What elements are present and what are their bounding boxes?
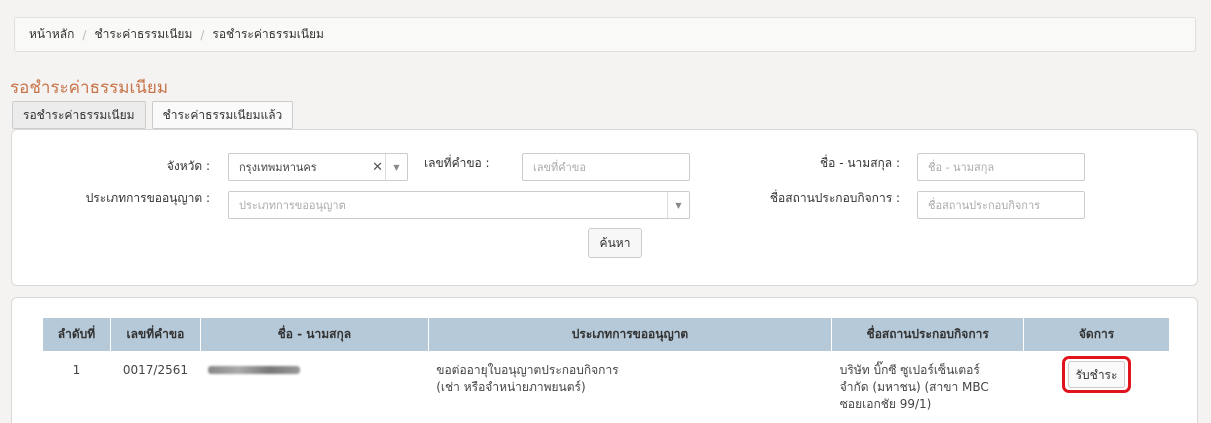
province-select[interactable]: กรุงเทพมหานคร ✕ ▼: [228, 153, 408, 181]
province-value: กรุงเทพมหานคร: [239, 161, 317, 174]
cell-business-name: บริษัท บิ๊กซี ซูเปอร์เซ็นเตอร์ จำกัด (มห…: [831, 351, 1024, 423]
name-input[interactable]: ชื่อ - นามสกุล: [917, 153, 1085, 181]
name-placeholder: ชื่อ - นามสกุล: [928, 161, 995, 174]
cell-action: รับชำระ: [1023, 351, 1170, 423]
column-header-license-type: ประเภทการขออนุญาต: [427, 317, 833, 352]
business-name-input[interactable]: ชื่อสถานประกอบกิจการ: [917, 191, 1085, 219]
column-header-business-name: ชื่อสถานประกอบกิจการ: [831, 317, 1025, 352]
name-label: ชื่อ - นามสกุล :: [820, 156, 900, 170]
column-header-index: ลำดับที่: [42, 317, 111, 352]
request-no-label: เลขที่คำขอ :: [424, 156, 490, 170]
cell-request-no: 0017/2561: [110, 351, 201, 423]
business-name-line: ซอยเอกชัย 99/1): [839, 397, 932, 411]
request-no-input[interactable]: เลขที่คำขอ: [522, 153, 690, 181]
license-type-select[interactable]: ประเภทการขออนุญาต ▼: [228, 191, 690, 219]
table-row: 1 0017/2561 ขอต่ออายุใบอนุญาตประกอบกิจกา…: [42, 351, 1170, 423]
receive-payment-highlight: รับชำระ: [1061, 356, 1132, 393]
breadcrumb-section[interactable]: ชำระค่าธรรมเนียม: [94, 25, 192, 44]
page-title: รอชำระค่าธรรมเนียม: [10, 78, 169, 98]
tab-bar: รอชำระค่าธรรมเนียม ชำระค่าธรรมเนียมแล้ว: [12, 101, 294, 129]
chevron-down-icon[interactable]: ▼: [385, 154, 407, 180]
breadcrumb-current: รอชำระค่าธรรมเนียม: [212, 27, 324, 41]
column-header-name: ชื่อ - นามสกุล: [199, 317, 429, 352]
province-label: จังหวัด :: [166, 159, 210, 173]
search-panel: จังหวัด : กรุงเทพมหานคร ✕ ▼ เลขที่คำขอ :…: [11, 129, 1198, 286]
chevron-down-icon[interactable]: ▼: [667, 192, 689, 218]
receive-payment-button[interactable]: รับชำระ: [1067, 361, 1126, 388]
business-name-line: บริษัท บิ๊กซี ซูเปอร์เซ็นเตอร์: [839, 363, 980, 377]
breadcrumb-separator: /: [82, 27, 87, 42]
business-name-line: จำกัด (มหาชน) (สาขา MBC: [839, 380, 989, 394]
redacted-name: [208, 366, 301, 374]
search-button[interactable]: ค้นหา: [588, 228, 642, 258]
results-panel: ลำดับที่ เลขที่คำขอ ชื่อ - นามสกุล ประเภ…: [11, 297, 1198, 423]
breadcrumb-home[interactable]: หน้าหลัก: [29, 25, 74, 44]
license-type-line: (เช่า หรือจำหน่ายภาพยนตร์): [436, 380, 586, 394]
cell-license-type: ขอต่ออายุใบอนุญาตประกอบกิจการ (เช่า หรือ…: [428, 351, 832, 423]
cell-name: [200, 351, 429, 423]
tab-pending-fees[interactable]: รอชำระค่าธรรมเนียม: [12, 101, 146, 129]
license-type-line: ขอต่ออายุใบอนุญาตประกอบกิจการ: [436, 363, 619, 377]
license-type-placeholder: ประเภทการขออนุญาต: [239, 199, 346, 212]
column-header-request-no: เลขที่คำขอ: [109, 317, 201, 352]
request-no-placeholder: เลขที่คำขอ: [533, 161, 586, 174]
business-name-placeholder: ชื่อสถานประกอบกิจการ: [928, 199, 1041, 212]
clear-icon[interactable]: ✕: [372, 160, 383, 175]
column-header-action: จัดการ: [1023, 317, 1170, 352]
license-type-label: ประเภทการขออนุญาต :: [85, 191, 210, 205]
tab-paid-fees[interactable]: ชำระค่าธรรมเนียมแล้ว: [151, 101, 294, 129]
table-header-row: ลำดับที่ เลขที่คำขอ ชื่อ - นามสกุล ประเภ…: [42, 317, 1170, 352]
results-table: ลำดับที่ เลขที่คำขอ ชื่อ - นามสกุล ประเภ…: [42, 317, 1170, 423]
cell-index: 1: [42, 351, 111, 423]
breadcrumb: หน้าหลัก / ชำระค่าธรรมเนียม / รอชำระค่าธ…: [14, 17, 1196, 52]
business-name-label: ชื่อสถานประกอบกิจการ :: [769, 191, 900, 205]
breadcrumb-separator: /: [200, 27, 205, 42]
